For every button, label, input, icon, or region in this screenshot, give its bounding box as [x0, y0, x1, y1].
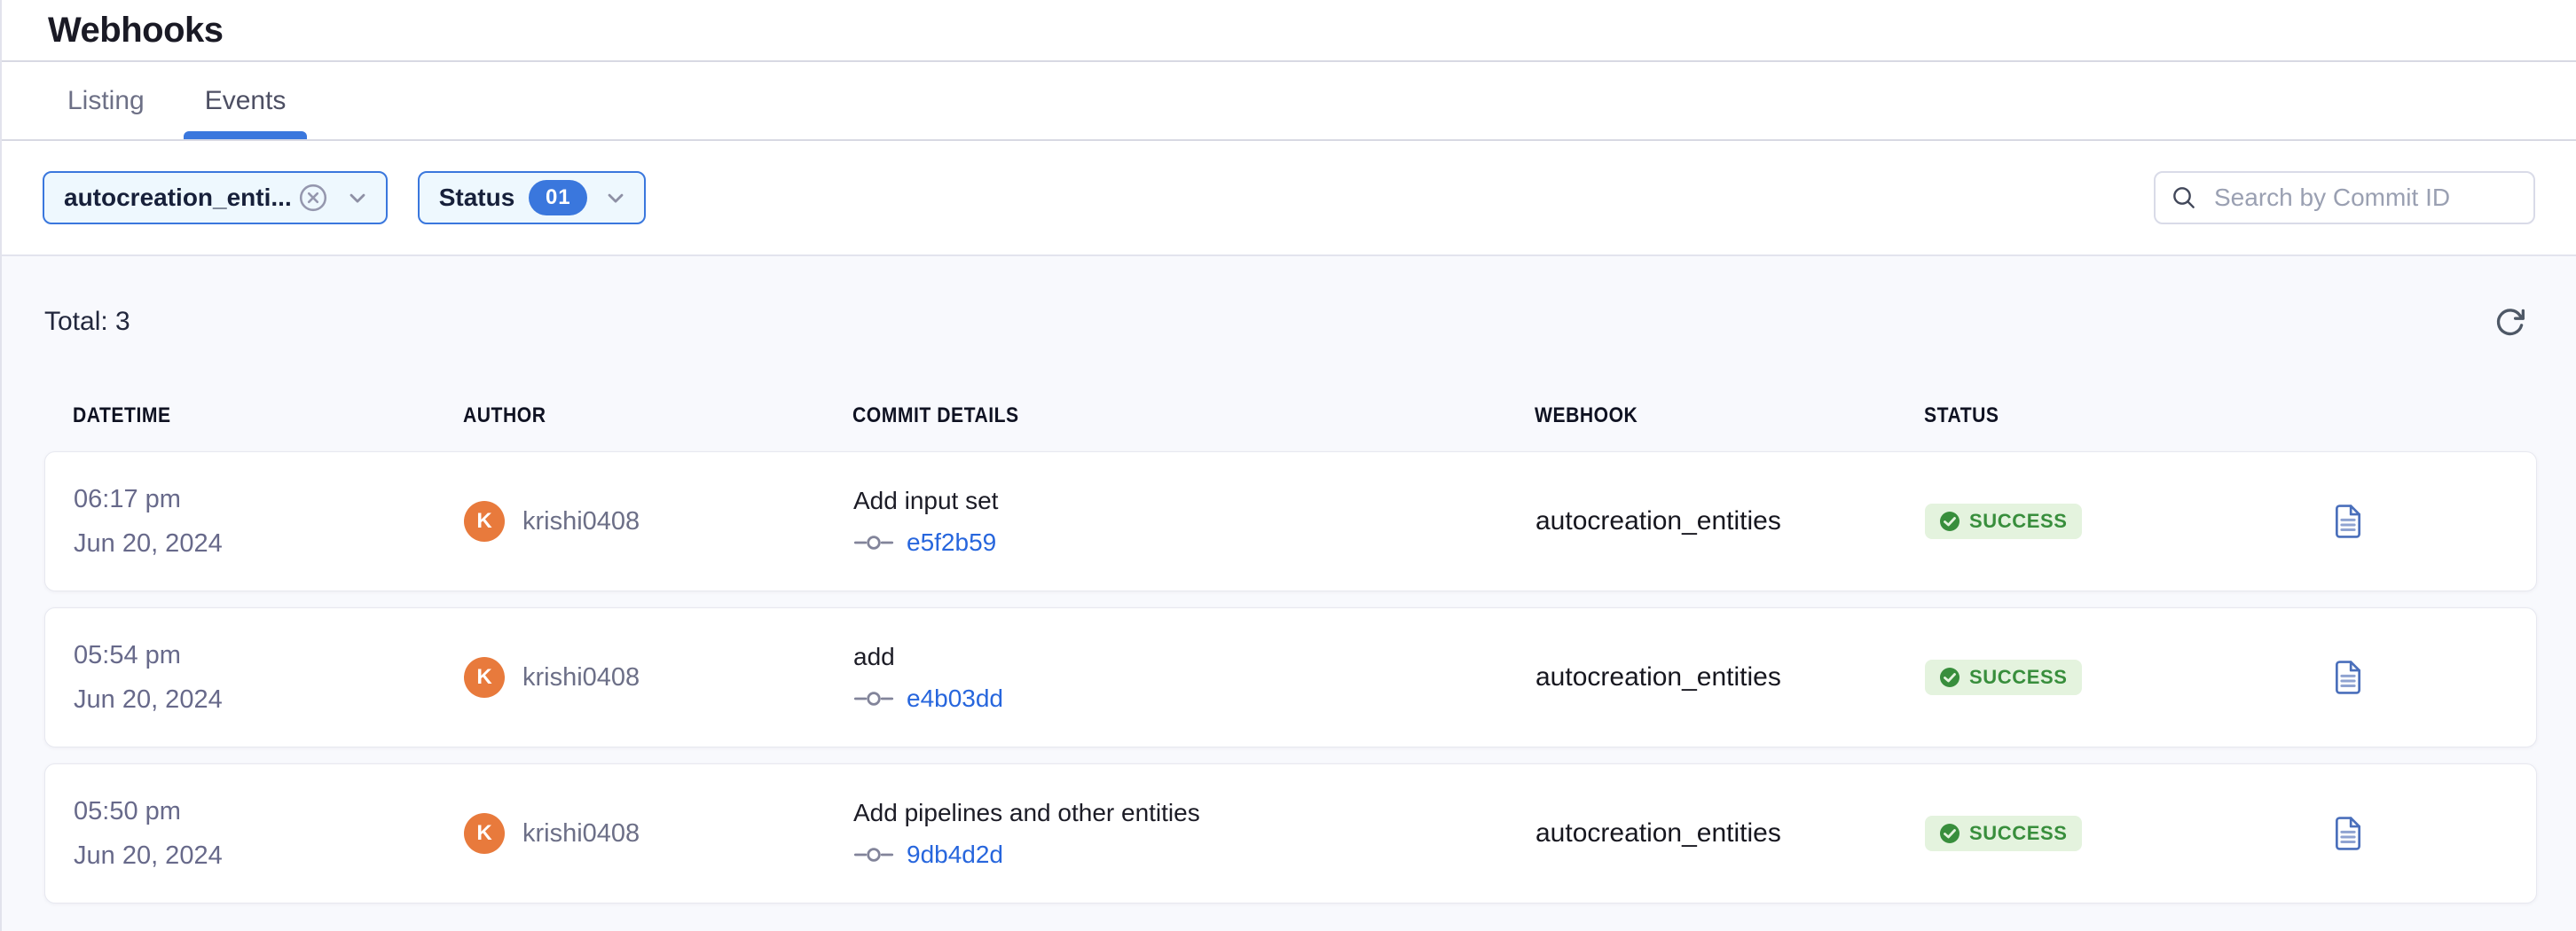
status-cell: SUCCESS	[1925, 504, 2188, 539]
file-text-icon[interactable]	[2330, 658, 2366, 697]
col-header-author: AUTHOR	[463, 403, 852, 428]
table-row: 06:17 pm Jun 20, 2024 K krishi0408 Add i…	[44, 451, 2537, 591]
close-circle-icon[interactable]	[297, 182, 329, 214]
filter-chips: autocreation_enti... Status 01	[43, 171, 646, 224]
event-date: Jun 20, 2024	[74, 528, 464, 559]
commit-line: e5f2b59	[853, 528, 1535, 557]
page-title: Webhooks	[48, 11, 224, 51]
git-commit-icon	[853, 843, 894, 866]
tabs-bar: Listing Events	[2, 62, 2576, 141]
check-circle-icon	[1939, 511, 1960, 532]
total-count: Total: 3	[44, 307, 130, 337]
avatar: K	[464, 813, 505, 854]
status-badge: SUCCESS	[1925, 660, 2082, 695]
col-header-status: STATUS	[1924, 403, 2186, 428]
commit-message: Add pipelines and other entities	[853, 798, 1535, 828]
status-cell: SUCCESS	[1925, 816, 2188, 851]
author-cell: K krishi0408	[464, 501, 853, 542]
title-bar: Webhooks	[2, 0, 2576, 62]
table-row: 05:54 pm Jun 20, 2024 K krishi0408 add	[44, 607, 2537, 747]
status-badge: SUCCESS	[1925, 504, 2082, 539]
tab-listing[interactable]: Listing	[44, 62, 168, 139]
status-filter-label: Status	[439, 184, 515, 212]
status-label: SUCCESS	[1969, 666, 2068, 689]
commit-details-cell: Add pipelines and other entities 9db4d2d	[853, 798, 1535, 869]
actions-cell	[2188, 658, 2508, 697]
git-commit-icon	[853, 687, 894, 710]
toolbar: Total: 3	[2, 256, 2576, 341]
author-name: krishi0408	[522, 507, 640, 536]
webhook-filter-chip[interactable]: autocreation_enti...	[43, 171, 388, 224]
refresh-icon[interactable]	[2491, 302, 2530, 341]
file-text-icon[interactable]	[2330, 502, 2366, 541]
datetime-cell: 05:54 pm Jun 20, 2024	[74, 639, 464, 716]
status-label: SUCCESS	[1969, 510, 2068, 533]
tab-listing-label: Listing	[67, 86, 145, 116]
col-header-datetime: DATETIME	[73, 403, 463, 428]
webhook-name: autocreation_entities	[1535, 818, 1925, 849]
avatar: K	[464, 501, 505, 542]
webhook-name: autocreation_entities	[1535, 506, 1925, 536]
commit-id-link[interactable]: 9db4d2d	[907, 841, 1003, 869]
actions-cell	[2188, 502, 2508, 541]
event-date: Jun 20, 2024	[74, 840, 464, 872]
status-count-badge: 01	[529, 180, 587, 215]
search-input[interactable]	[2154, 171, 2535, 224]
file-text-icon[interactable]	[2330, 814, 2366, 853]
tab-events-label: Events	[205, 86, 287, 116]
webhook-filter-label: autocreation_enti...	[64, 184, 292, 212]
col-header-commit-details: COMMIT DETAILS	[852, 403, 1535, 428]
event-time: 05:50 pm	[74, 795, 464, 827]
status-cell: SUCCESS	[1925, 660, 2188, 695]
commit-message: Add input set	[853, 486, 1535, 516]
commit-line: 9db4d2d	[853, 841, 1535, 869]
commit-id-link[interactable]: e4b03dd	[907, 685, 1003, 713]
search-icon	[2170, 184, 2198, 212]
author-cell: K krishi0408	[464, 813, 853, 854]
search-box	[2154, 171, 2535, 224]
author-name: krishi0408	[522, 663, 640, 692]
webhook-name: autocreation_entities	[1535, 662, 1925, 692]
commit-details-cell: add e4b03dd	[853, 642, 1535, 713]
commit-message: add	[853, 642, 1535, 672]
commit-id-link[interactable]: e5f2b59	[907, 528, 996, 557]
status-badge: SUCCESS	[1925, 816, 2082, 851]
table-row: 05:50 pm Jun 20, 2024 K krishi0408 Add p…	[44, 763, 2537, 904]
check-circle-icon	[1939, 667, 1960, 688]
author-cell: K krishi0408	[464, 657, 853, 698]
chevron-down-icon[interactable]	[345, 185, 370, 210]
datetime-cell: 06:17 pm Jun 20, 2024	[74, 483, 464, 559]
chevron-down-icon[interactable]	[603, 185, 628, 210]
status-label: SUCCESS	[1969, 822, 2068, 845]
git-commit-icon	[853, 531, 894, 554]
webhooks-page: Webhooks Listing Events autocreation_ent…	[0, 0, 2576, 931]
events-content: Total: 3 DATETIME AUTHOR COMMIT DETAILS …	[2, 256, 2576, 931]
author-name: krishi0408	[522, 819, 640, 849]
event-time: 06:17 pm	[74, 483, 464, 515]
avatar: K	[464, 657, 505, 698]
event-time: 05:54 pm	[74, 639, 464, 671]
filter-bar: autocreation_enti... Status 01	[2, 141, 2576, 256]
commit-line: e4b03dd	[853, 685, 1535, 713]
commit-details-cell: Add input set e5f2b59	[853, 486, 1535, 557]
tab-events[interactable]: Events	[182, 62, 310, 139]
table-header: DATETIME AUTHOR COMMIT DETAILS WEBHOOK S…	[44, 396, 2533, 435]
status-filter-chip[interactable]: Status 01	[418, 171, 647, 224]
col-header-webhook: WEBHOOK	[1535, 403, 1924, 428]
actions-cell	[2188, 814, 2508, 853]
datetime-cell: 05:50 pm Jun 20, 2024	[74, 795, 464, 872]
event-date: Jun 20, 2024	[74, 684, 464, 716]
check-circle-icon	[1939, 823, 1960, 844]
